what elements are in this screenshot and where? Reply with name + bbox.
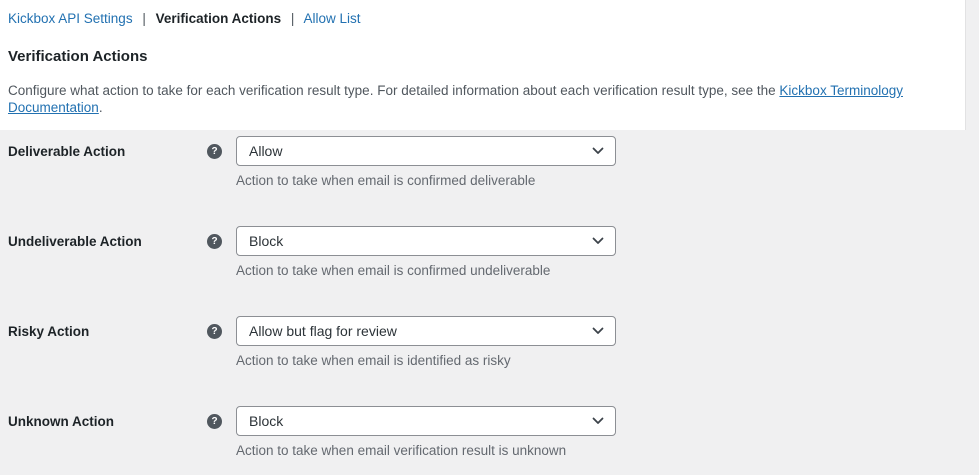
unknown-action-select[interactable]: Block	[236, 406, 616, 436]
page-description-period: .	[99, 100, 103, 115]
undeliverable-action-selected-value: Block	[249, 233, 583, 249]
deliverable-action-select[interactable]: Allow	[236, 136, 616, 166]
settings-header-panel: Kickbox API Settings | Verification Acti…	[0, 0, 966, 130]
chevron-down-icon	[592, 417, 604, 425]
deliverable-action-row: Deliverable Action ? Allow Action to tak…	[8, 136, 971, 189]
risky-action-selected-value: Allow but flag for review	[249, 323, 583, 339]
page-description-text: Configure what action to take for each v…	[8, 83, 779, 98]
tab-separator: |	[142, 11, 146, 26]
unknown-action-selected-value: Block	[249, 413, 583, 429]
deliverable-action-label: Deliverable Action	[8, 136, 207, 160]
risky-action-select[interactable]: Allow but flag for review	[236, 316, 616, 346]
help-icon[interactable]: ?	[207, 234, 222, 249]
chevron-down-icon	[592, 147, 604, 155]
deliverable-action-selected-value: Allow	[249, 143, 583, 159]
unknown-action-label: Unknown Action	[8, 406, 207, 430]
unknown-action-row: Unknown Action ? Block Action to take wh…	[8, 406, 971, 459]
chevron-down-icon	[592, 237, 604, 245]
help-icon[interactable]: ?	[207, 414, 222, 429]
help-icon[interactable]: ?	[207, 144, 222, 159]
risky-action-description: Action to take when email is identified …	[236, 353, 616, 369]
settings-tab-bar: Kickbox API Settings | Verification Acti…	[8, 10, 957, 28]
risky-action-row: Risky Action ? Allow but flag for review…	[8, 316, 971, 369]
undeliverable-action-label: Undeliverable Action	[8, 226, 207, 250]
chevron-down-icon	[592, 327, 604, 335]
tab-kickbox-api-settings[interactable]: Kickbox API Settings	[8, 11, 133, 26]
deliverable-action-description: Action to take when email is confirmed d…	[236, 173, 616, 189]
risky-action-label: Risky Action	[8, 316, 207, 340]
page-title: Verification Actions	[8, 48, 957, 66]
verification-actions-form: Deliverable Action ? Allow Action to tak…	[0, 130, 979, 459]
undeliverable-action-select[interactable]: Block	[236, 226, 616, 256]
tab-separator: |	[291, 11, 295, 26]
tab-allow-list[interactable]: Allow List	[303, 11, 360, 26]
tab-verification-actions[interactable]: Verification Actions	[156, 11, 282, 26]
page-description: Configure what action to take for each v…	[8, 82, 957, 116]
undeliverable-action-description: Action to take when email is confirmed u…	[236, 263, 616, 279]
unknown-action-description: Action to take when email verification r…	[236, 443, 616, 459]
help-icon[interactable]: ?	[207, 324, 222, 339]
undeliverable-action-row: Undeliverable Action ? Block Action to t…	[8, 226, 971, 279]
